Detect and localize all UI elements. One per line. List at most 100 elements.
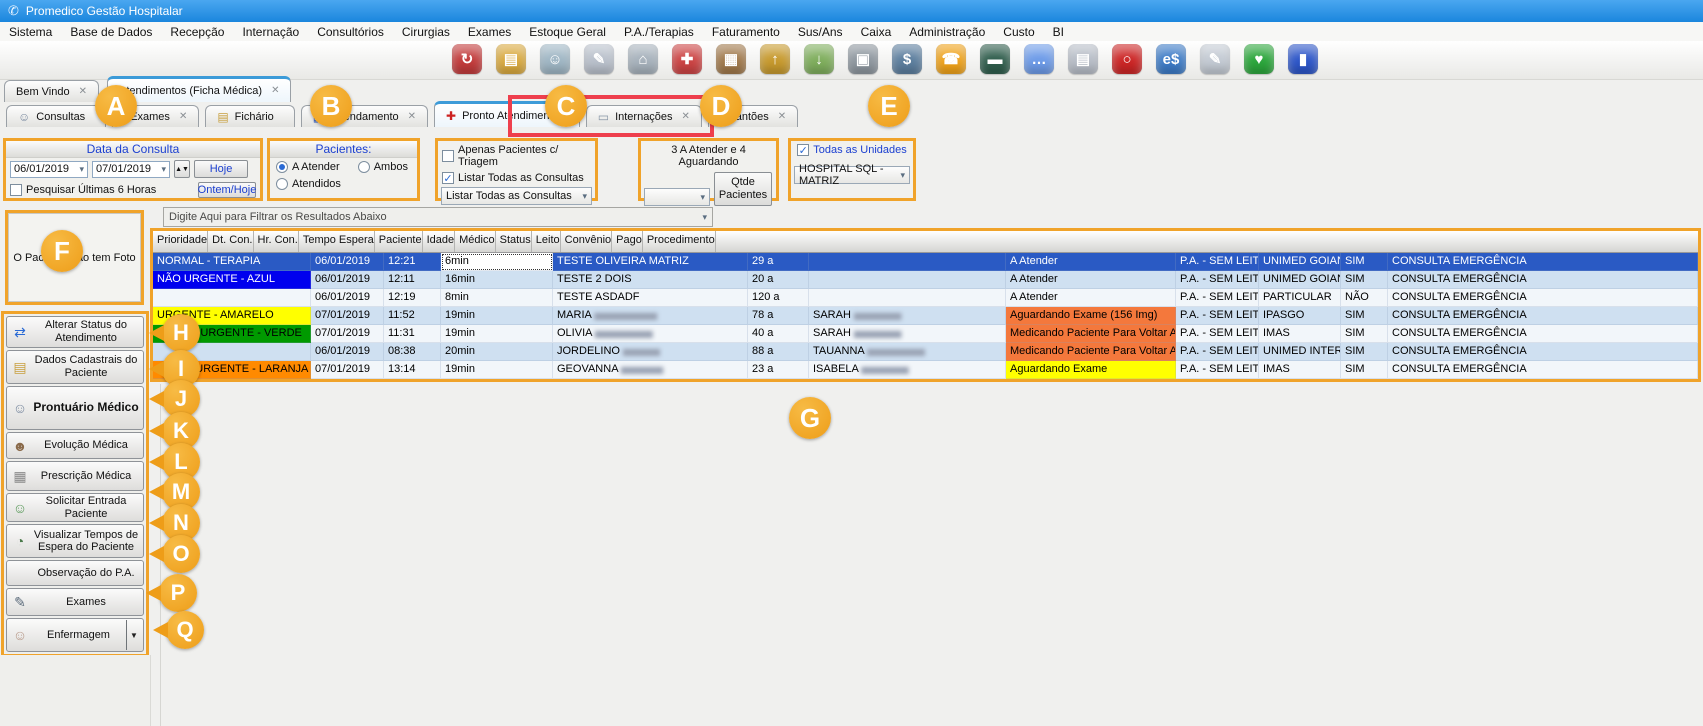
heart-monitor-icon[interactable]: ♥ [1244,44,1274,74]
hoje-button[interactable]: Hoje [194,160,248,178]
contagem-dropdown[interactable]: ▾ [644,188,710,206]
tab-close-icon[interactable]: ✕ [271,85,279,96]
column-header[interactable]: Dt. Con. [208,231,253,252]
column-header[interactable]: Tempo Espera [299,231,375,252]
menu-item[interactable]: Sus/Ans [789,25,852,39]
module-tab[interactable]: ☺ Consultas [6,105,106,127]
dropdown-arrow-icon[interactable]: ▾ [79,164,84,175]
column-header[interactable]: Hr. Con. [254,231,299,252]
table-filter-input[interactable]: Digite Aqui para Filtrar os Resultados A… [163,207,713,227]
date-spinner[interactable]: ▲▼ [174,160,190,178]
table-row[interactable]: URGENTE - AMARELO 07/01/2019 11:52 19min… [153,307,1698,325]
billing-calculator-icon[interactable]: $ [892,44,922,74]
column-header[interactable]: Prioridade [153,231,208,252]
dropdown-arrow-icon[interactable]: ▾ [161,164,166,175]
unidade-dropdown[interactable]: HOSPITAL SQL - MATRIZ ▾ [794,166,910,184]
menu-item[interactable]: Cirurgias [393,25,459,39]
sidebar-button[interactable]: ☺ Enfermagem ▼ [6,618,144,652]
table-row[interactable]: NÃO URGENTE - AZUL 06/01/2019 12:11 16mi… [153,271,1698,289]
table-row[interactable]: POUCO URGENTE - VERDE 07/01/2019 11:31 1… [153,325,1698,343]
tab-close-icon[interactable]: ✕ [682,111,690,122]
exam-report-icon[interactable]: ✎ [1200,44,1230,74]
listar-todas-checkbox[interactable]: ✓ [442,172,454,184]
todas-unidades-checkbox[interactable]: ✓ [797,144,809,156]
patient-filter-radio[interactable]: Ambos [358,161,408,173]
tab-close-icon[interactable]: ✕ [79,86,87,97]
sidebar-button[interactable]: ☺ Prontuário Médico [6,386,144,430]
patient-filter-radio[interactable]: Atendidos [276,178,341,190]
listar-todas-dropdown[interactable]: Listar Todas as Consultas ▾ [441,187,592,205]
dropdown-arrow-icon[interactable]: ▼ [126,620,141,650]
sidebar-button[interactable]: ▤ Dados Cadastrais do Paciente [6,350,144,384]
tab-close-icon[interactable]: ✕ [408,111,416,122]
safe-icon[interactable]: ▣ [848,44,878,74]
menu-item[interactable]: Estoque Geral [520,25,615,39]
radio-icon[interactable] [358,161,370,173]
date-from-field[interactable]: 06/01/2019 ▾ [10,161,88,178]
sidebar-button[interactable]: ▦ Prescrição Médica [6,461,144,491]
menu-item[interactable]: Consultórios [308,25,393,39]
sidebar-button[interactable]: ☺ Solicitar Entrada Paciente [6,493,144,522]
revenue-up-icon[interactable]: ↑ [760,44,790,74]
qtde-pacientes-button[interactable]: Qtde Pacientes [714,172,772,206]
hospital-bed-icon[interactable]: ⌂ [628,44,658,74]
chat-icon[interactable]: … [1024,44,1054,74]
menu-item[interactable]: Faturamento [703,25,789,39]
patient-folder-icon[interactable]: ▤ [496,44,526,74]
table-row[interactable]: NORMAL - TERAPIA 06/01/2019 12:21 6min T… [153,253,1698,271]
menu-item[interactable]: Administração [900,25,994,39]
menu-item[interactable]: Custo [994,25,1043,39]
menu-item[interactable]: Base de Dados [61,25,161,39]
apenas-triagem-checkbox[interactable] [442,150,454,162]
menu-item[interactable]: Internação [233,25,308,39]
column-header[interactable]: Idade [423,231,456,252]
column-header[interactable]: Status [496,231,532,252]
column-header[interactable]: Paciente [375,231,423,252]
dropdown-arrow-icon[interactable]: ▾ [702,212,707,223]
sidebar-button[interactable]: ✎ Exames [6,588,144,616]
ontem-hoje-button[interactable]: Ontem/Hoje [198,182,256,198]
column-header[interactable]: Médico [455,231,495,252]
table-row[interactable]: MUITO URGENTE - LARANJA 07/01/2019 13:14… [153,361,1698,379]
radio-icon[interactable] [276,178,288,190]
menu-item[interactable]: BI [1044,25,1073,39]
invoice-icon[interactable]: ▤ [1068,44,1098,74]
sync-patients-icon[interactable]: ↻ [452,44,482,74]
tab-close-icon[interactable]: ✕ [179,111,187,122]
sidebar-button[interactable]: ◔ Visualizar Tempos de Espera do Pacient… [6,524,144,558]
sidebar-button[interactable]: ☻ Evolução Médica [6,432,144,459]
radio-icon[interactable] [276,161,288,173]
pesquisar-checkbox[interactable] [10,184,22,196]
doctor-icon[interactable]: ☺ [540,44,570,74]
tab-close-icon[interactable]: ✕ [778,111,786,122]
supplies-box-icon[interactable]: ▦ [716,44,746,74]
column-header[interactable]: Convênio [561,231,612,252]
patient-filter-radio[interactable]: A Atender [276,161,340,173]
phone-directory-icon[interactable]: ☎ [936,44,966,74]
menu-item[interactable]: P.A./Terapias [615,25,703,39]
menu-item[interactable]: Caixa [852,25,901,39]
sidebar-button[interactable]: ⇄ Alterar Status do Atendimento [6,316,144,348]
column-header[interactable]: Procedimento [643,231,716,252]
cell-status: A Atender [1006,271,1176,289]
ambulance-icon[interactable]: ✚ [672,44,702,74]
medical-note-icon[interactable]: ✎ [584,44,614,74]
table-row[interactable]: 06/01/2019 08:38 20min JORDELINO ▆▆▆▆▆▆▆… [153,343,1698,361]
sidebar-button[interactable]: Observação do P.A. [6,560,144,586]
e-billing-icon[interactable]: e$ [1156,44,1186,74]
module-tab[interactable]: ▤ Fichário [205,105,294,127]
module-tab[interactable]: ▭ Internações ✕ [586,105,702,127]
menu-item[interactable]: Exames [459,25,520,39]
date-to-field[interactable]: 07/01/2019 ▾ [92,161,170,178]
table-row[interactable]: 06/01/2019 12:19 8min TESTE ASDADF 120 a… [153,289,1698,307]
expense-down-icon[interactable]: ↓ [804,44,834,74]
annotation-marker: A [95,85,137,127]
power-off-icon[interactable]: ○ [1112,44,1142,74]
menu-item[interactable]: Sistema [0,25,61,39]
column-header[interactable]: Leito [532,231,561,252]
document-tab[interactable]: Bem Vindo ✕ [4,80,99,102]
column-header[interactable]: Pago [612,231,643,252]
blood-device-icon[interactable]: ▮ [1288,44,1318,74]
ledger-book-icon[interactable]: ▬ [980,44,1010,74]
menu-item[interactable]: Recepção [161,25,233,39]
